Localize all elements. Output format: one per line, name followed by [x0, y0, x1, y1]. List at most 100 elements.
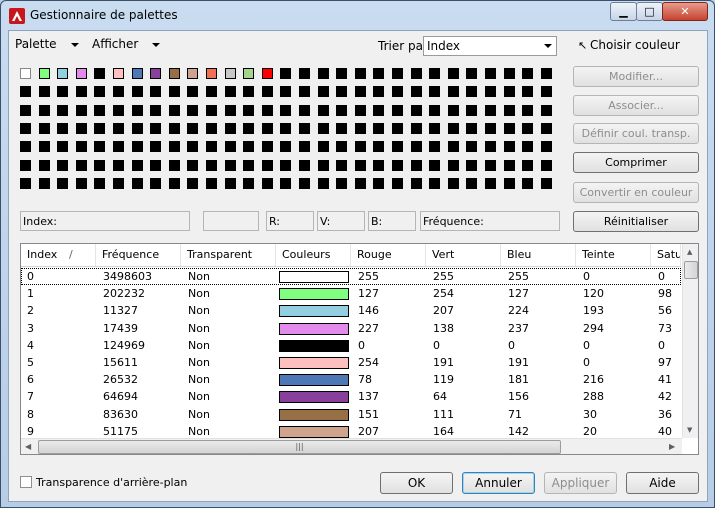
horizontal-scroll-thumb[interactable]: |||: [38, 440, 561, 454]
palette-swatch[interactable]: [75, 68, 87, 79]
palette-swatch[interactable]: [75, 122, 87, 134]
palette-swatch[interactable]: [485, 159, 496, 171]
vertical-scrollbar[interactable]: ▲ ▼: [682, 244, 698, 438]
palette-swatch[interactable]: [206, 177, 217, 189]
palette-swatch[interactable]: [57, 68, 69, 79]
palette-swatch[interactable]: [20, 159, 31, 171]
palette-swatch[interactable]: [280, 177, 292, 189]
palette-swatch[interactable]: [317, 68, 329, 79]
palette-swatch[interactable]: [540, 141, 552, 153]
choose-color-button[interactable]: ↖ Choisir couleur: [578, 38, 680, 52]
palette-swatch[interactable]: [261, 177, 273, 189]
table-row[interactable]: 1 202232 Non 127 254 127 120 98: [21, 285, 681, 302]
palette-swatch[interactable]: [131, 177, 143, 189]
set-transparent-color-button[interactable]: Définir coul. transp.: [573, 123, 699, 144]
convert-to-color-button[interactable]: Convertir en couleur: [573, 182, 699, 203]
palette-swatch[interactable]: [113, 122, 124, 134]
palette-swatch[interactable]: [299, 86, 310, 98]
palette-swatch[interactable]: [540, 68, 552, 79]
palette-swatch[interactable]: [392, 177, 403, 189]
palette-swatch[interactable]: [94, 68, 106, 79]
palette-swatch[interactable]: [280, 141, 292, 153]
palette-swatch[interactable]: [94, 86, 106, 98]
palette-swatch[interactable]: [243, 122, 255, 134]
scroll-down-icon[interactable]: ▼: [687, 426, 692, 434]
help-button[interactable]: Aide: [626, 472, 699, 494]
sort-select[interactable]: Index: [423, 36, 557, 56]
palette-swatch[interactable]: [187, 68, 199, 79]
palette-swatch[interactable]: [392, 122, 403, 134]
afficher-menu[interactable]: Afficher: [92, 37, 161, 51]
horizontal-scrollbar[interactable]: ◀ ||| ▶: [21, 438, 682, 454]
palette-swatch[interactable]: [131, 141, 143, 153]
palette-swatch[interactable]: [187, 104, 199, 116]
column-header-saturation[interactable]: Satu: [651, 244, 681, 266]
palette-swatch[interactable]: [522, 177, 534, 189]
palette-swatch[interactable]: [299, 104, 310, 116]
palette-swatch[interactable]: [447, 104, 459, 116]
palette-swatch[interactable]: [447, 141, 459, 153]
table-row[interactable]: 3 17439 Non 227 138 237 294 73: [21, 320, 681, 337]
palette-swatch[interactable]: [429, 159, 441, 171]
palette-swatch[interactable]: [150, 86, 162, 98]
table-row[interactable]: 8 83630 Non 151 111 71 30 36: [21, 406, 681, 423]
palette-swatch[interactable]: [57, 104, 69, 116]
palette-swatch[interactable]: [429, 177, 441, 189]
column-header-green[interactable]: Vert: [426, 244, 501, 266]
palette-swatch[interactable]: [113, 141, 124, 153]
scroll-right-icon[interactable]: ▶: [669, 442, 675, 451]
palette-swatch[interactable]: [299, 159, 310, 171]
palette-swatch[interactable]: [20, 104, 31, 116]
palette-swatch[interactable]: [38, 86, 50, 98]
palette-swatch[interactable]: [373, 141, 385, 153]
palette-swatch[interactable]: [243, 68, 255, 79]
palette-swatch[interactable]: [522, 68, 534, 79]
ok-button[interactable]: OK: [380, 472, 453, 494]
minimize-button[interactable]: ▁: [610, 2, 637, 21]
palette-swatch[interactable]: [317, 159, 329, 171]
palette-swatch[interactable]: [466, 122, 478, 134]
palette-swatch[interactable]: [354, 177, 366, 189]
palette-swatch[interactable]: [336, 104, 348, 116]
palette-swatch[interactable]: [317, 86, 329, 98]
palette-swatch[interactable]: [131, 159, 143, 171]
checkbox-box[interactable]: [20, 476, 32, 488]
palette-swatch[interactable]: [38, 122, 50, 134]
palette-swatch[interactable]: [373, 104, 385, 116]
palette-swatch[interactable]: [410, 86, 422, 98]
cancel-button[interactable]: Annuler: [462, 472, 535, 494]
palette-swatch[interactable]: [131, 68, 143, 79]
palette-swatch[interactable]: [280, 104, 292, 116]
palette-swatch[interactable]: [261, 68, 273, 79]
palette-swatch[interactable]: [20, 141, 31, 153]
palette-swatch[interactable]: [354, 68, 366, 79]
palette-swatch[interactable]: [447, 86, 459, 98]
palette-swatch[interactable]: [447, 122, 459, 134]
palette-swatch[interactable]: [354, 86, 366, 98]
background-transparency-checkbox[interactable]: Transparence d'arrière-plan: [20, 476, 187, 489]
palette-swatch[interactable]: [38, 141, 50, 153]
palette-swatch[interactable]: [429, 141, 441, 153]
palette-swatch[interactable]: [522, 122, 534, 134]
palette-swatch[interactable]: [224, 159, 236, 171]
palette-menu[interactable]: Palette: [15, 37, 79, 51]
palette-swatch[interactable]: [131, 104, 143, 116]
table-row[interactable]: 7 64694 Non 137 64 156 288 42: [21, 388, 681, 405]
palette-swatch[interactable]: [224, 68, 236, 79]
palette-swatch[interactable]: [206, 159, 217, 171]
palette-swatch[interactable]: [540, 86, 552, 98]
palette-swatch[interactable]: [168, 177, 180, 189]
maximize-button[interactable]: □: [636, 2, 663, 21]
palette-swatch[interactable]: [485, 177, 496, 189]
palette-swatch[interactable]: [299, 122, 310, 134]
modify-button[interactable]: Modifier...: [573, 66, 699, 87]
palette-swatch[interactable]: [57, 86, 69, 98]
palette-swatch[interactable]: [503, 104, 515, 116]
palette-swatch[interactable]: [447, 68, 459, 79]
palette-swatch[interactable]: [113, 86, 124, 98]
column-header-index[interactable]: Index /: [21, 244, 96, 266]
palette-swatch[interactable]: [187, 177, 199, 189]
palette-swatch[interactable]: [410, 104, 422, 116]
palette-swatch[interactable]: [150, 122, 162, 134]
palette-swatch[interactable]: [57, 159, 69, 171]
